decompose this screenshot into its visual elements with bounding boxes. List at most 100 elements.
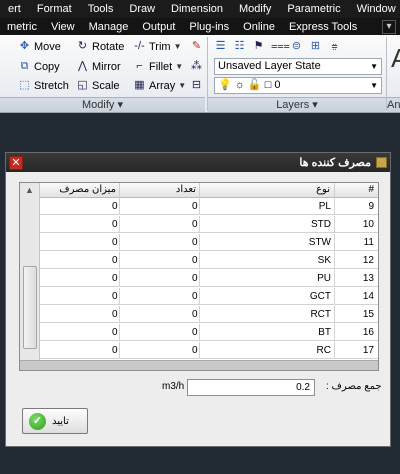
erase-icon[interactable]: ✎ (190, 40, 203, 53)
table-row[interactable]: 0 0 BT 16 (40, 324, 378, 341)
column-type-header[interactable]: نوع (200, 183, 335, 198)
trim-dropdown-icon[interactable]: ▼ (174, 42, 182, 51)
total-usage-label: جمع مصرف : (326, 381, 382, 392)
scroll-up-icon[interactable]: ▲ (25, 185, 34, 195)
table-row[interactable]: 0 0 RCT 15 (40, 306, 378, 323)
scale-button[interactable]: Scale (92, 80, 120, 92)
tab-express-tools[interactable]: Express Tools (282, 21, 364, 33)
stretch-button[interactable]: Stretch (34, 80, 69, 92)
menu-parametric[interactable]: Parametric (279, 3, 348, 15)
count-cell[interactable]: 0 (120, 342, 200, 359)
count-cell[interactable]: 0 (120, 324, 200, 341)
count-cell[interactable]: 0 (120, 270, 200, 287)
table-row[interactable]: 0 0 STD 10 (40, 216, 378, 233)
dialog-title: مصرف کننده ها (299, 157, 371, 169)
menu-insert[interactable]: ert (0, 3, 29, 15)
scrollbar-thumb[interactable] (23, 266, 37, 349)
menu-window[interactable]: Window (349, 3, 400, 15)
tab-view[interactable]: View (44, 21, 82, 33)
menu-modify[interactable]: Modify (231, 3, 279, 15)
copy-button[interactable]: Copy (34, 61, 60, 73)
table-row[interactable]: 0 0 STW 11 (40, 234, 378, 251)
table-row[interactable]: 0 0 PL 9 (40, 198, 378, 215)
array-dropdown-icon[interactable]: ▼ (178, 81, 186, 90)
text-tool-icon[interactable]: A (391, 43, 400, 74)
count-cell[interactable]: 0 (120, 234, 200, 251)
ok-button-label: تایید (52, 415, 69, 427)
fillet-icon: ⌐ (136, 60, 143, 72)
dialog-titlebar[interactable]: ✕ مصرف کننده ها (6, 153, 390, 172)
type-cell: RCT (200, 306, 335, 323)
tab-manage[interactable]: Manage (82, 21, 136, 33)
annotation-panel-label[interactable]: An (387, 97, 400, 112)
menu-draw[interactable]: Draw (121, 3, 163, 15)
tab-online[interactable]: Online (236, 21, 282, 33)
horizontal-scrollbar[interactable] (20, 360, 378, 370)
usage-cell[interactable]: 0 (40, 252, 120, 269)
tab-parametric[interactable]: metric (0, 21, 44, 33)
layers-panel-title: Layers (276, 99, 310, 111)
usage-cell[interactable]: 0 (40, 288, 120, 305)
color-swatch-icon: □ (264, 79, 272, 91)
menu-tools[interactable]: Tools (80, 3, 122, 15)
layer-match-icon[interactable]: ⩶ (271, 40, 290, 53)
menu-format[interactable]: Format (29, 3, 80, 15)
ribbon-toggle-icon[interactable]: ▾ (382, 19, 396, 34)
close-icon[interactable]: ✕ (9, 155, 23, 170)
usage-cell[interactable]: 0 (40, 270, 120, 287)
column-count-header[interactable]: تعداد (120, 183, 200, 198)
checkmark-icon: ✓ (29, 412, 46, 430)
layer-isolate-icon[interactable]: ⚑ (252, 40, 265, 53)
usage-cell[interactable]: 0 (40, 306, 120, 323)
layer-unisolate-icon[interactable]: ⩷ (328, 40, 341, 53)
layer-freeze-icon[interactable]: ☷ (233, 40, 246, 53)
explode-icon[interactable]: ⁂ (190, 60, 203, 73)
ribbon-tabs: metric View Manage Output Plug-ins Onlin… (0, 18, 400, 35)
usage-cell[interactable]: 0 (40, 234, 120, 251)
layer-select[interactable]: 💡 ☼ 🔓 □ 0 ▼ (214, 77, 382, 94)
fillet-button[interactable]: Fillet (149, 61, 172, 73)
num-cell: 12 (362, 255, 374, 266)
count-cell[interactable]: 0 (120, 216, 200, 233)
stretch-icon: ⬚ (19, 79, 30, 91)
rotate-button[interactable]: Rotate (92, 41, 124, 53)
ok-button[interactable]: ✓ تایید (22, 408, 88, 434)
menu-bar: ert Format Tools Draw Dimension Modify P… (0, 0, 400, 18)
array-button[interactable]: Array (149, 80, 175, 92)
sun-icon: ☼ (234, 79, 245, 91)
move-button[interactable]: Move (34, 41, 61, 53)
usage-cell[interactable]: 0 (40, 324, 120, 341)
usage-cell[interactable]: 0 (40, 342, 120, 359)
type-cell: STW (200, 234, 335, 251)
layers-panel-label[interactable]: Layers ▾ (208, 97, 386, 112)
table-row[interactable]: 0 0 RC 17 (40, 342, 378, 359)
layer-off-icon[interactable]: ⊜ (290, 40, 303, 53)
mirror-button[interactable]: Mirror (92, 61, 121, 73)
fillet-dropdown-icon[interactable]: ▼ (175, 62, 183, 71)
count-cell[interactable]: 0 (120, 306, 200, 323)
offset-icon[interactable]: ⊟ (190, 79, 203, 92)
layer-state-select[interactable]: Unsaved Layer State ▼ (214, 58, 382, 75)
tab-output[interactable]: Output (135, 21, 182, 33)
modify-panel-label[interactable]: Modify ▾ (0, 97, 205, 112)
column-usage-header[interactable]: میزان مصرف (40, 183, 120, 198)
layer-properties-icon[interactable]: ☰ (214, 40, 227, 53)
column-num-header[interactable]: # (335, 183, 378, 198)
table-row[interactable]: 0 0 PU 13 (40, 270, 378, 287)
count-cell[interactable]: 0 (120, 252, 200, 269)
count-cell[interactable]: 0 (120, 198, 200, 215)
usage-cell[interactable]: 0 (40, 216, 120, 233)
copy-icon: ⧉ (20, 60, 29, 72)
total-usage-field[interactable]: 0.2 (187, 379, 315, 396)
tab-plugins[interactable]: Plug-ins (182, 21, 236, 33)
usage-cell[interactable]: 0 (40, 198, 120, 215)
layer-lock-icon[interactable]: ⊞ (309, 40, 322, 53)
count-cell[interactable]: 0 (120, 288, 200, 305)
num-cell: 10 (362, 219, 374, 230)
table-row[interactable]: 0 0 GCT 14 (40, 288, 378, 305)
table-row[interactable]: 0 0 SK 12 (40, 252, 378, 269)
menu-dimension[interactable]: Dimension (163, 3, 231, 15)
vertical-scrollbar[interactable]: ▲ (20, 183, 40, 370)
chevron-down-icon: ▼ (370, 81, 378, 90)
trim-button[interactable]: Trim (149, 41, 171, 53)
